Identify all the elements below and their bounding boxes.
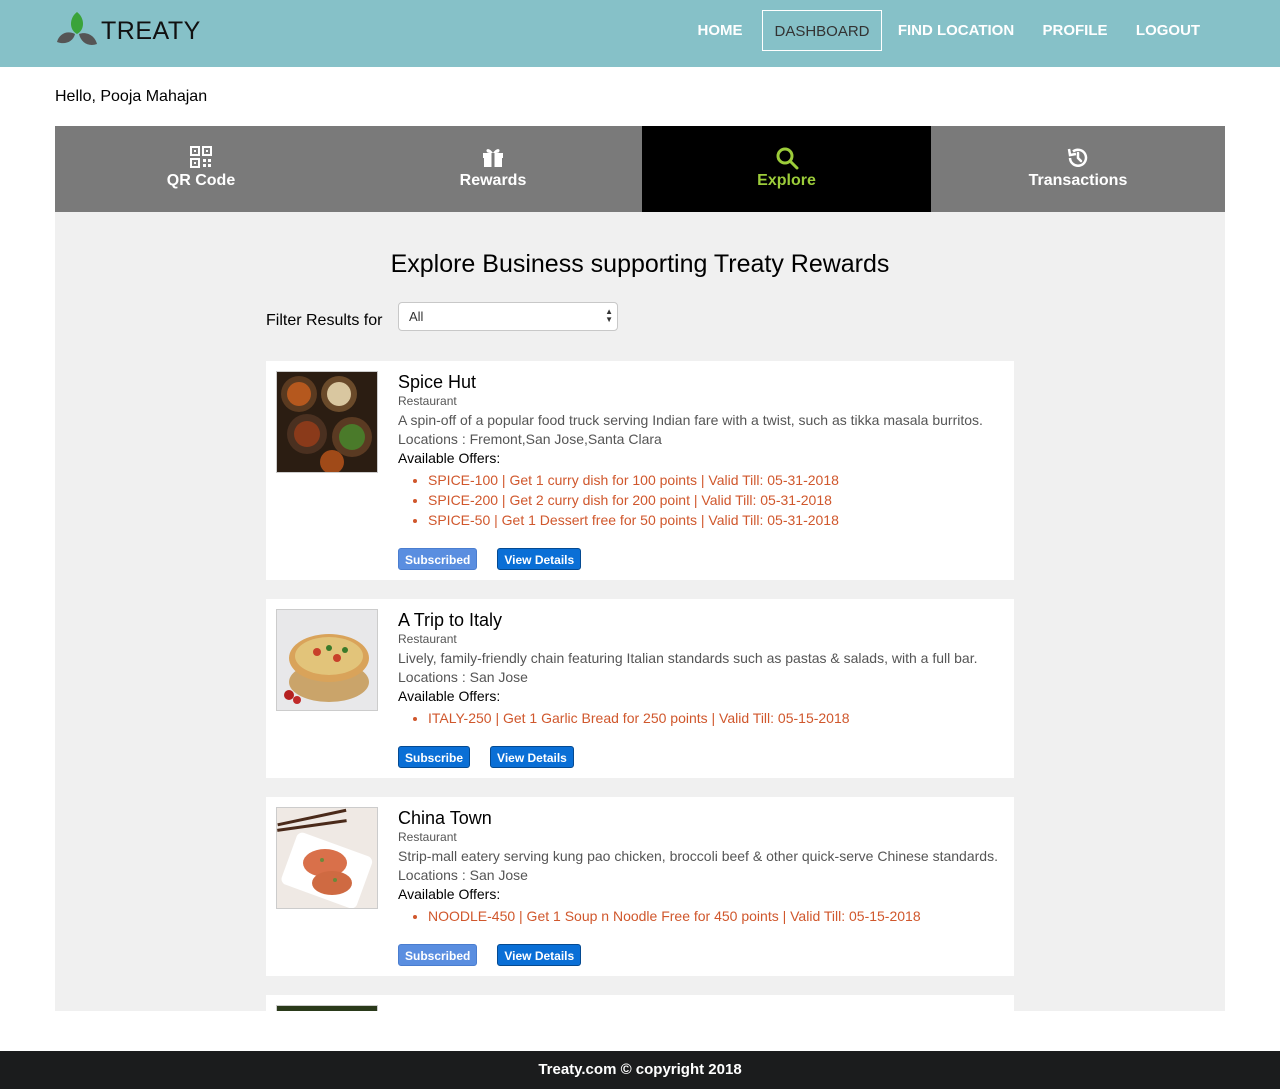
business-name: A Trip to Italy <box>398 610 503 630</box>
filter-selected-value: All <box>409 309 424 324</box>
brand-name: TREATY <box>101 16 201 45</box>
view-details-button[interactable]: View Details <box>497 944 582 966</box>
nav-profile[interactable]: PROFILE <box>1038 10 1112 51</box>
offers-list: NOODLE-450 | Get 1 Soup n Noodle Free fo… <box>398 906 1004 926</box>
search-icon <box>776 147 798 170</box>
offers-label: Available Offers: <box>398 450 501 466</box>
offer-item: SPICE-100 | Get 1 curry dish for 100 poi… <box>428 470 1004 490</box>
tab-label: Transactions <box>1028 172 1128 189</box>
business-image <box>276 807 378 909</box>
tab-label: Explore <box>757 172 816 189</box>
business-image <box>276 609 378 711</box>
nav-find-location[interactable]: FIND LOCATION <box>895 10 1017 51</box>
page-title: Explore Business supporting Treaty Rewar… <box>390 250 890 278</box>
business-card: A Trip to Italy Restaurant Lively, famil… <box>266 599 1014 778</box>
food-image-icon <box>277 610 377 710</box>
business-card: Spice Hut Restaurant A spin-off of a pop… <box>266 361 1014 580</box>
qr-code-icon <box>190 146 212 168</box>
business-category: Restaurant <box>398 394 457 408</box>
food-image-icon <box>277 372 377 472</box>
top-navbar: TREATY HOME DASHBOARD FIND LOCATION PROF… <box>0 0 1280 67</box>
subscribed-button[interactable]: Subscribed <box>398 944 478 966</box>
tab-rewards[interactable]: Rewards <box>347 126 639 212</box>
gift-icon <box>483 149 503 167</box>
offers-list: SPICE-100 | Get 1 curry dish for 100 poi… <box>398 470 1004 530</box>
offers-list: ITALY-250 | Get 1 Garlic Bread for 250 p… <box>398 708 1004 728</box>
tab-explore[interactable]: Explore <box>642 126 931 212</box>
business-image <box>276 371 378 473</box>
greeting-text: Hello, Pooja Mahajan <box>55 88 208 105</box>
offer-item: NOODLE-450 | Get 1 Soup n Noodle Free fo… <box>428 906 1004 926</box>
tab-label: Rewards <box>459 172 527 189</box>
subscribe-button[interactable]: Subscribe <box>398 746 471 768</box>
business-category: Restaurant <box>398 830 457 844</box>
offer-item: ITALY-250 | Get 1 Garlic Bread for 250 p… <box>428 708 1004 728</box>
card-actions: Subscribed View Details <box>398 548 601 570</box>
business-card: China Town Restaurant Strip-mall eatery … <box>266 797 1014 976</box>
footer: Treaty.com © copyright 2018 <box>0 1051 1280 1089</box>
business-name: Spice Hut <box>398 372 477 392</box>
nav-dashboard[interactable]: DASHBOARD <box>762 10 882 51</box>
offer-item: SPICE-50 | Get 1 Dessert free for 50 poi… <box>428 510 1004 530</box>
filter-label: Filter Results for <box>266 312 383 329</box>
select-arrows-icon: ▲ ▼ <box>605 307 613 324</box>
tab-label: QR Code <box>166 172 236 189</box>
history-icon <box>1067 148 1088 167</box>
business-locations: Locations : Fremont,San Jose,Santa Clara <box>398 431 662 447</box>
filter-select[interactable]: All ▲ ▼ <box>398 302 618 331</box>
business-description: Lively, family-friendly chain featuring … <box>398 650 978 666</box>
business-locations: Locations : San Jose <box>398 867 528 883</box>
business-image <box>276 1005 378 1011</box>
card-actions: Subscribe View Details <box>398 746 594 768</box>
business-description: A spin-off of a popular food truck servi… <box>398 412 983 428</box>
food-image-icon <box>277 808 377 908</box>
business-locations: Locations : San Jose <box>398 669 528 685</box>
leaf-logo-icon <box>57 12 97 45</box>
business-card <box>266 995 1014 1011</box>
offers-label: Available Offers: <box>398 688 501 704</box>
explore-panel: Explore Business supporting Treaty Rewar… <box>55 212 1225 1011</box>
view-details-button[interactable]: View Details <box>490 746 574 768</box>
business-name: China Town <box>398 808 492 828</box>
brand-logo[interactable]: TREATY <box>55 10 201 52</box>
tab-transactions[interactable]: Transactions <box>931 126 1225 212</box>
offer-item: SPICE-200 | Get 2 curry dish for 200 poi… <box>428 490 1004 510</box>
nav-home[interactable]: HOME <box>690 10 750 51</box>
dashboard-tabs: QR Code Rewards Explore Transactions <box>55 126 1225 212</box>
card-actions: Subscribed View Details <box>398 944 601 966</box>
subscribed-button[interactable]: Subscribed <box>398 548 478 570</box>
nav-logout[interactable]: LOGOUT <box>1132 10 1204 51</box>
business-description: Strip-mall eatery serving kung pao chick… <box>398 848 998 864</box>
offers-label: Available Offers: <box>398 886 501 902</box>
business-category: Restaurant <box>398 632 457 646</box>
tab-qr-code[interactable]: QR Code <box>55 126 347 212</box>
view-details-button[interactable]: View Details <box>497 548 582 570</box>
